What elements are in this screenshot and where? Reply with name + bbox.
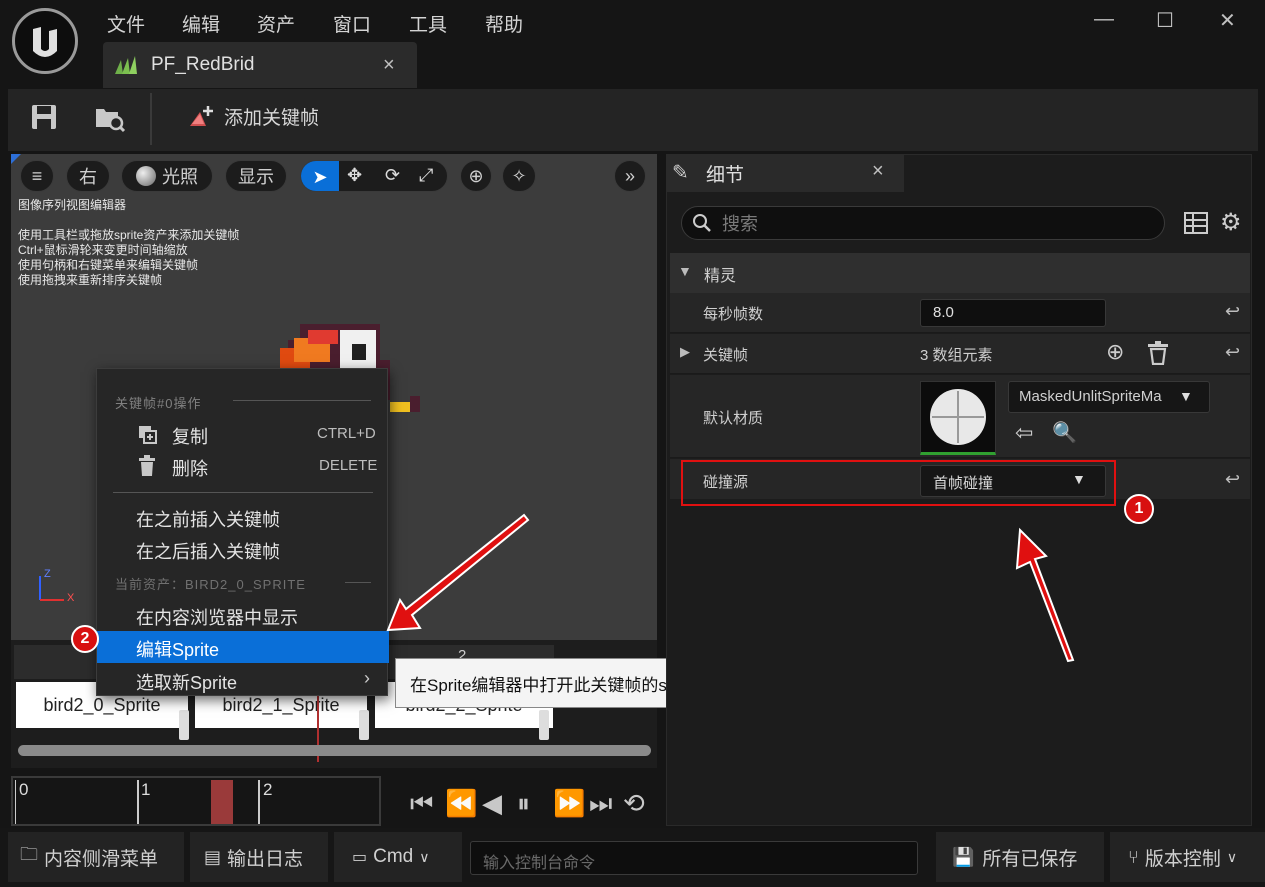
console-input[interactable]: 输入控制台命令 [470,841,918,875]
output-log-button[interactable]: ▤ 输出日志 [190,832,328,882]
annotation-arrows [386,513,1075,663]
source-control-icon: ⑂ [1128,846,1139,867]
content-drawer-button[interactable]: 🗀 内容侧滑菜单 [8,832,184,882]
all-saved-label: 所有已保存 [982,848,1078,870]
cmd-chevron-icon: ∨ [419,848,430,865]
content-drawer-label: 内容侧滑菜单 [44,848,159,870]
source-control-button[interactable]: ⑂ 版本控制 ∨ [1110,832,1265,882]
cmd-icon: ▭ [352,849,368,866]
console-placeholder: 输入控制台命令 [483,855,596,872]
save-status-icon: 💾 [952,846,975,867]
all-saved-button[interactable]: 💾 所有已保存 [936,832,1104,882]
output-log-icon: ▤ [204,846,222,867]
arrow-to-edit-sprite [386,513,530,632]
cmd-dropdown[interactable]: ▭ Cmd ∨ [334,832,462,882]
arrow-to-collision [1015,527,1075,663]
source-control-chevron-icon: ∨ [1226,848,1238,865]
output-log-label: 输出日志 [227,848,304,870]
source-control-label: 版本控制 [1144,848,1221,870]
content-drawer-icon: 🗀 [20,844,38,864]
cmd-label: Cmd [373,846,414,867]
